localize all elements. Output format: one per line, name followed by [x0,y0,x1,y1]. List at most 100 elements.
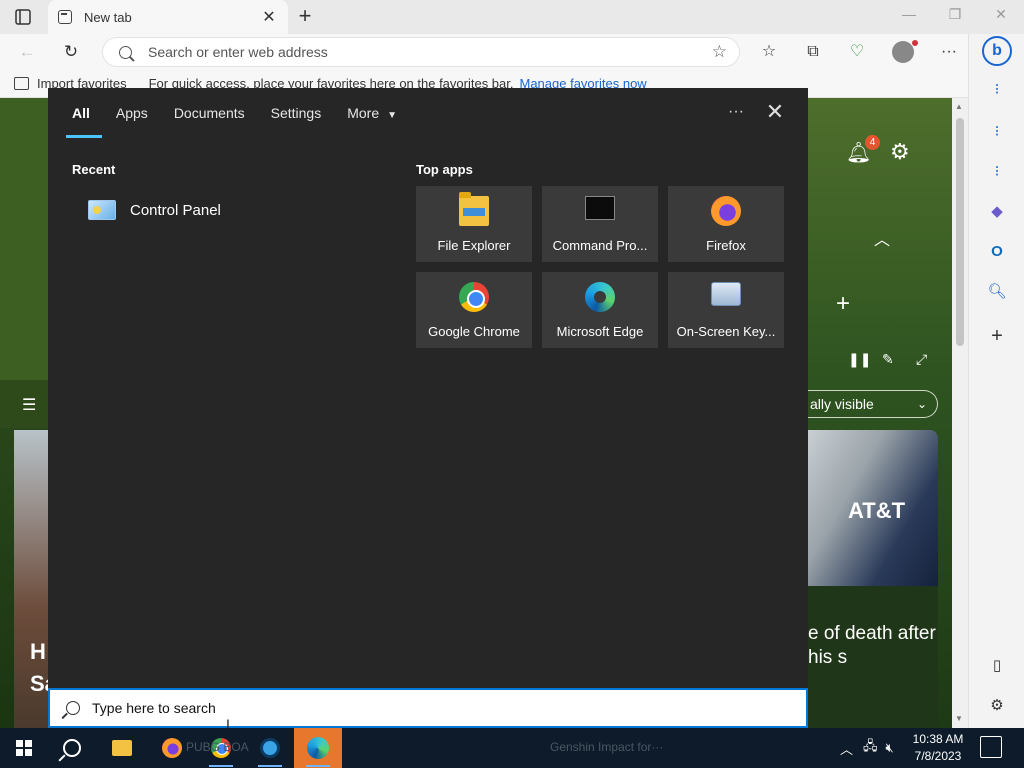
scrollbar-thumb[interactable] [956,118,964,346]
search-options-ellipsis-button[interactable]: ··· [724,100,748,124]
new-tab-page-icon [58,10,72,24]
taskbar-search-box[interactable] [48,688,808,728]
search-close-button[interactable]: ✕ [762,99,788,125]
windows-logo-icon [16,740,32,756]
page-settings-gear-icon[interactable]: ⚙ [890,139,910,165]
content-visibility-dropdown[interactable]: ally visible ⌄ [808,390,938,418]
import-favorites-icon [14,77,29,90]
firefox-icon [711,196,741,226]
sidebar-app-icon-2[interactable]: ⁝ [985,120,1009,144]
browser-tab[interactable]: New tab ✕ [48,0,288,34]
recent-item-label: Control Panel [130,201,221,219]
profile-avatar[interactable] [892,41,914,63]
top-app-label: On-Screen Key... [676,324,776,339]
edit-background-icon[interactable]: ✎ [882,351,894,368]
file-explorer-icon [112,740,132,756]
sidebar-add-icon[interactable]: + [985,324,1009,348]
notification-count-badge: 4 [865,135,880,150]
search-scope-tabs: All Apps Documents Settings More ▼ [48,88,808,138]
tab-more[interactable]: More ▼ [347,88,397,138]
left-news-card-title: H Sa [30,639,57,696]
news-card-headline[interactable]: e of death after his s [808,622,938,670]
sidebar-outlook-icon[interactable]: O [985,240,1009,264]
bing-chat-button[interactable]: b [982,36,1012,66]
show-hidden-icons-chevron-icon[interactable]: ︿ [840,739,853,758]
new-tab-button[interactable]: + [292,4,318,30]
windows-search-panel: All Apps Documents Settings More ▼ ··· ✕ … [48,88,808,688]
address-placeholder: Search or enter web address [148,44,328,60]
recent-item-control-panel[interactable]: Control Panel [88,200,221,220]
search-input[interactable] [92,700,692,716]
edge-icon [585,282,615,312]
windows-taskbar: PUBG BOA Genshin Impact for··· ︿ 🖧︎ 🔇︎ 1… [0,728,1024,768]
tab-actions-icon [15,9,31,25]
file-explorer-icon [459,192,489,226]
taskbar-ghost-text-2: Genshin Impact for··· [550,740,664,754]
page-scrollbar[interactable]: ▲ ▼ [952,98,968,728]
system-tray: ︿ 🖧︎ 🔇︎ [840,728,894,768]
top-app-firefox[interactable]: Firefox [668,186,784,262]
tab-documents[interactable]: Documents [174,88,245,138]
add-favorite-star-icon[interactable]: ☆ [712,42,727,62]
sidebar-search-icon[interactable]: 🔍︎ [985,280,1009,304]
top-app-google-chrome[interactable]: Google Chrome [416,272,532,348]
tab-more-label: More [347,105,380,121]
scroll-down-arrow-icon[interactable]: ▼ [955,714,963,723]
sidebar-app-icon-1[interactable]: ⁝ [985,78,1009,102]
sidebar-panel-toggle-icon[interactable]: ▯ [985,654,1009,678]
collapse-chevron-up-icon[interactable]: ︿ [874,226,890,250]
clock-date: 7/8/2023 [914,749,962,763]
feed-menu-icon[interactable]: ☰ [22,395,36,415]
browser-toolbar: ← ↻ Search or enter web address ☆ ☆ ⧉ ♡ … [0,34,968,70]
clock-time: 10:38 AM [912,732,964,746]
on-screen-keyboard-icon [711,282,741,306]
restore-button[interactable]: ❐ [940,6,970,23]
volume-muted-icon[interactable]: 🔇︎ [886,740,894,756]
sidebar-office-icon[interactable]: ◆ [985,200,1009,224]
page-background-left [0,98,48,380]
sidebar-app-icon-3[interactable]: ⁝ [985,160,1009,184]
browser-essentials-icon[interactable]: ♡ [844,40,870,64]
news-image-logo-text: AT&T [848,498,906,523]
tab-settings[interactable]: Settings [271,88,322,138]
refresh-button[interactable]: ↻ [58,40,84,64]
profile-notification-dot [912,40,918,46]
search-icon [63,739,81,757]
back-button[interactable]: ← [14,40,40,64]
taskbar-ghost-text-1: PUBG BOA [186,740,249,754]
taskbar-clock[interactable]: 10:38 AM 7/8/2023 [908,731,968,765]
action-center-icon[interactable] [980,736,1002,758]
top-app-label: Google Chrome [428,324,520,339]
content-visibility-label: ally visible [810,396,874,412]
taskbar-file-explorer[interactable] [98,728,146,768]
top-app-on-screen-keyboard[interactable]: On-Screen Key... [668,272,784,348]
taskbar-edge[interactable] [294,728,342,768]
search-icon [66,701,80,715]
control-panel-icon [88,200,116,220]
address-bar[interactable]: Search or enter web address ☆ [102,37,740,67]
tab-actions-menu-button[interactable] [10,7,36,27]
start-button[interactable] [0,728,48,768]
tab-all[interactable]: All [66,88,102,138]
taskbar-search-button[interactable] [48,728,96,768]
network-icon[interactable]: 🖧︎ [863,737,878,759]
top-app-microsoft-edge[interactable]: Microsoft Edge [542,272,658,348]
tab-apps[interactable]: Apps [116,88,148,138]
caret-down-icon: ▼ [387,110,398,121]
tab-close-button[interactable]: ✕ [260,7,278,27]
taskbar-app[interactable] [246,728,294,768]
close-window-button[interactable]: ✕ [986,6,1016,23]
app-icon [260,738,280,758]
sidebar-settings-gear-icon[interactable]: ⚙ [985,694,1009,718]
top-app-command-prompt[interactable]: Command Pro... [542,186,658,262]
minimize-button[interactable]: — [894,6,924,22]
collections-icon[interactable]: ⧉ [800,40,826,64]
firefox-icon [162,738,182,758]
top-app-file-explorer[interactable]: File Explorer [416,186,532,262]
favorites-icon[interactable]: ☆ [756,40,782,64]
scroll-up-arrow-icon[interactable]: ▲ [955,102,963,111]
settings-and-more-icon[interactable]: ··· [936,40,962,64]
pause-background-icon[interactable]: ❚❚ [848,351,871,368]
expand-background-icon[interactable]: ⤢ [916,351,927,368]
add-shortcut-plus-icon[interactable]: + [836,290,850,318]
